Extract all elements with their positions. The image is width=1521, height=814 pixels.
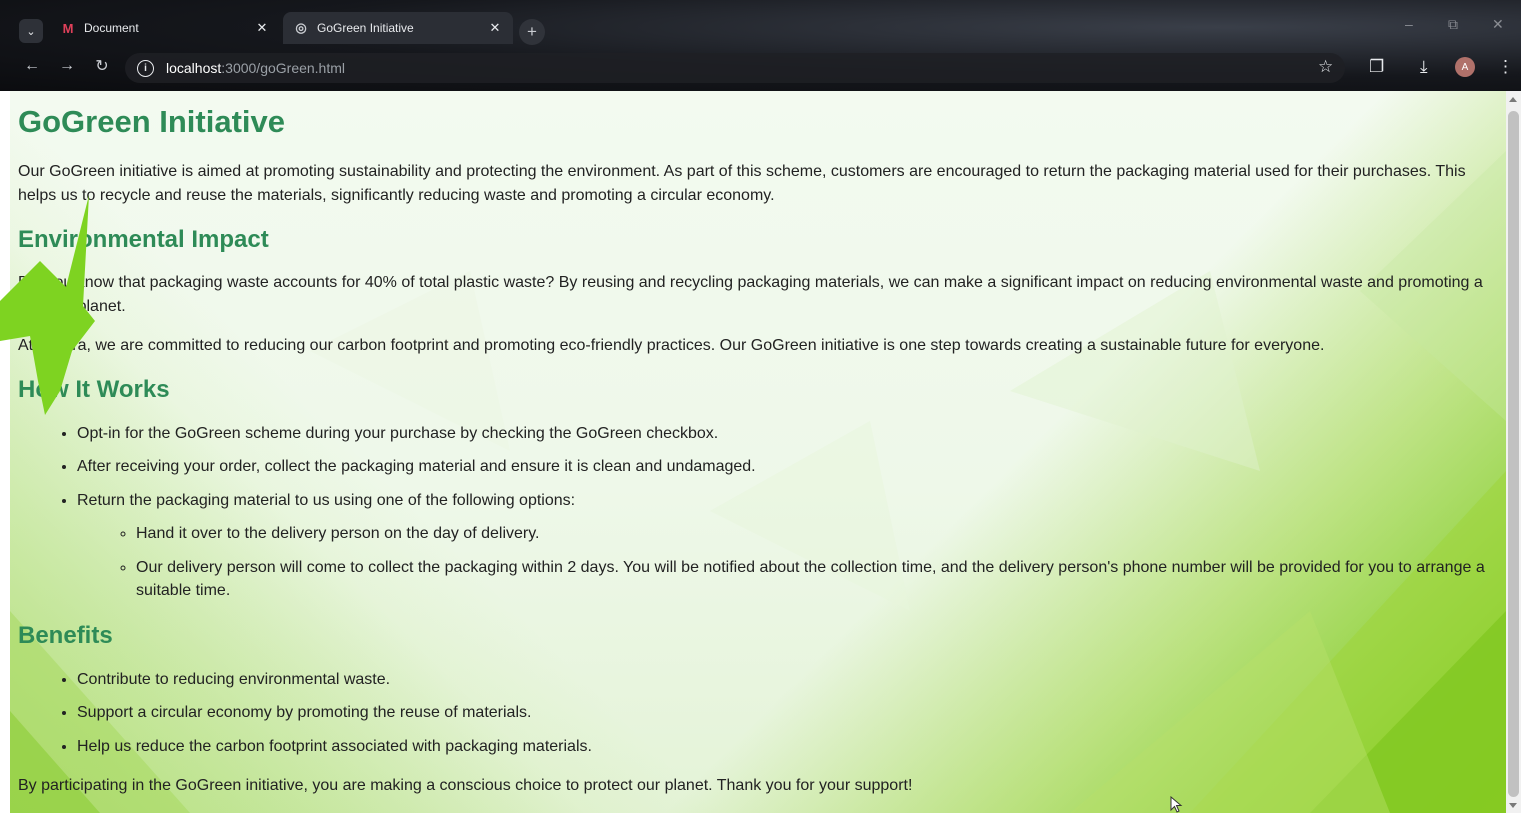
tab-search-chevron-icon[interactable]: ⌄ (19, 19, 43, 43)
scrollbar-thumb[interactable] (1508, 111, 1519, 797)
list-item: Contribute to reducing environmental was… (77, 668, 1496, 692)
closing-paragraph: By participating in the GoGreen initiati… (18, 777, 913, 794)
tab-label: GoGreen Initiative (317, 21, 414, 35)
impact-paragraph-2: At Myntra, we are committed to reducing … (18, 337, 1325, 354)
return-options-list: Hand it over to the delivery person on t… (77, 522, 1496, 603)
close-tab-icon[interactable]: ✕ (487, 20, 503, 36)
page-content: GoGreen Initiative Our GoGreen initiativ… (18, 91, 1496, 798)
list-item: Support a circular economy by promoting … (77, 701, 1496, 725)
minimize-icon[interactable]: – (1405, 16, 1413, 32)
page-title: GoGreen Initiative (18, 104, 286, 139)
impact-paragraph-1: Did you know that packaging waste accoun… (18, 274, 1483, 315)
scroll-down-arrow-icon[interactable] (1509, 803, 1517, 808)
intro-paragraph: Our GoGreen initiative is aimed at promo… (18, 163, 1466, 204)
list-item: After receiving your order, collect the … (77, 455, 1496, 479)
tab-label: Document (84, 21, 139, 35)
mouse-cursor-icon (1170, 796, 1183, 813)
maximize-icon[interactable]: ⧉ (1448, 16, 1458, 33)
annotation-arrow (0, 195, 95, 415)
tab-document[interactable]: M Document ✕ (50, 12, 280, 44)
page-viewport: GoGreen Initiative Our GoGreen initiativ… (10, 91, 1506, 813)
vertical-scrollbar[interactable] (1506, 91, 1521, 813)
menu-dots-icon[interactable]: ⋮ (1497, 57, 1514, 77)
address-bar[interactable]: i localhost:3000/goGreen.html (125, 53, 1345, 83)
forward-arrow-icon[interactable]: → (56, 55, 78, 77)
scroll-up-arrow-icon[interactable] (1509, 97, 1517, 102)
browser-chrome: ⌄ M Document ✕ ◎ GoGreen Initiative ✕ + … (0, 0, 1521, 91)
url-path: :3000/goGreen.html (221, 60, 346, 76)
list-item: Return the packaging material to us usin… (77, 489, 1496, 603)
how-it-works-heading: How It Works (18, 375, 170, 403)
myntra-m-icon: M (62, 20, 74, 36)
globe-icon: ◎ (295, 20, 307, 35)
reload-icon[interactable]: ↻ (91, 55, 113, 77)
close-window-icon[interactable]: ✕ (1492, 16, 1504, 33)
list-item: Our delivery person will come to collect… (136, 556, 1496, 603)
list-item-text: Return the packaging material to us usin… (77, 491, 576, 509)
extensions-puzzle-icon[interactable]: ❐ (1369, 57, 1384, 77)
benefits-list: Contribute to reducing environmental was… (18, 668, 1496, 759)
how-it-works-list: Opt-in for the GoGreen scheme during you… (18, 422, 1496, 603)
tab-gogreen[interactable]: ◎ GoGreen Initiative ✕ (283, 12, 513, 44)
environmental-impact-heading: Environmental Impact (18, 226, 269, 253)
list-item: Help us reduce the carbon footprint asso… (77, 735, 1496, 759)
browser-toolbar: ← → ↻ i localhost:3000/goGreen.html ☆ ❐ … (0, 45, 1521, 89)
list-item: Hand it over to the delivery person on t… (136, 522, 1496, 546)
profile-avatar[interactable]: A (1455, 57, 1475, 77)
new-tab-plus-icon[interactable]: + (519, 19, 545, 45)
site-info-icon[interactable]: i (137, 59, 154, 77)
list-item: Opt-in for the GoGreen scheme during you… (77, 422, 1496, 446)
tab-strip: ⌄ M Document ✕ ◎ GoGreen Initiative ✕ + … (0, 6, 1521, 45)
benefits-heading: Benefits (18, 621, 113, 649)
url-host: localhost (166, 60, 222, 76)
back-arrow-icon[interactable]: ← (21, 55, 43, 77)
download-icon[interactable]: ⤓ (1420, 57, 1428, 77)
bookmark-star-icon[interactable]: ☆ (1318, 57, 1333, 77)
close-tab-icon[interactable]: ✕ (254, 20, 270, 36)
